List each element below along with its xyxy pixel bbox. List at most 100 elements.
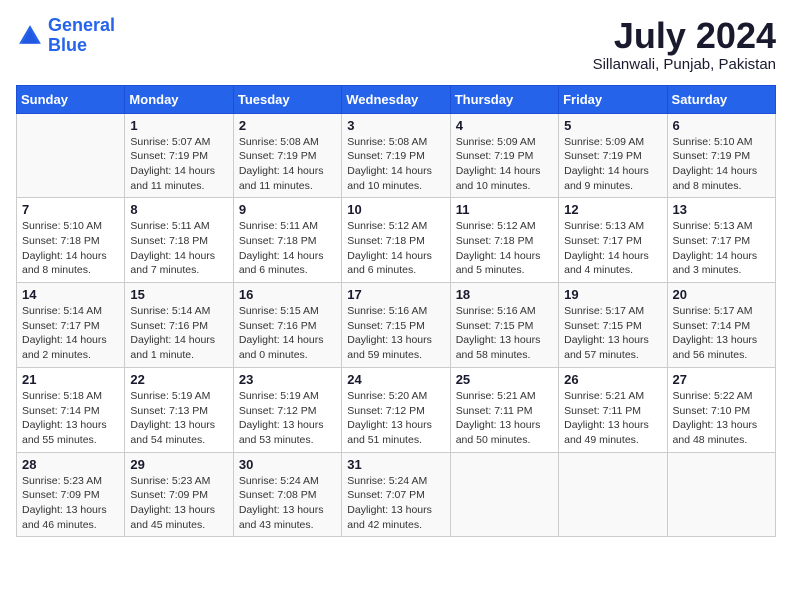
- day-info: Sunrise: 5:11 AMSunset: 7:18 PMDaylight:…: [130, 219, 227, 278]
- day-info: Sunrise: 5:24 AMSunset: 7:08 PMDaylight:…: [239, 474, 336, 533]
- day-info: Sunrise: 5:17 AMSunset: 7:14 PMDaylight:…: [673, 304, 770, 363]
- day-of-week-header: Thursday: [450, 85, 558, 113]
- day-number: 2: [239, 118, 336, 133]
- day-info: Sunrise: 5:16 AMSunset: 7:15 PMDaylight:…: [347, 304, 444, 363]
- calendar-week-row: 14 Sunrise: 5:14 AMSunset: 7:17 PMDayligh…: [17, 283, 776, 368]
- day-info: Sunrise: 5:18 AMSunset: 7:14 PMDaylight:…: [22, 389, 119, 448]
- calendar-day-cell: [17, 113, 125, 198]
- calendar-day-cell: 26Sunrise: 5:21 AMSunset: 7:11 PMDayligh…: [559, 367, 667, 452]
- calendar-day-cell: 29 Sunrise: 5:23 AMSunset: 7:09 PMDayligh…: [125, 452, 233, 537]
- logo-text: General Blue: [48, 16, 115, 56]
- day-info: Sunrise: 5:09 AMSunset: 7:19 PMDaylight:…: [564, 135, 661, 194]
- calendar-day-cell: 18 Sunrise: 5:16 AMSunset: 7:15 PMDayligh…: [450, 283, 558, 368]
- day-info: Sunrise: 5:21 AMSunset: 7:11 PMDaylight:…: [456, 389, 553, 448]
- title-block: July 2024 Sillanwali, Punjab, Pakistan: [593, 16, 776, 73]
- day-of-week-header: Sunday: [17, 85, 125, 113]
- calendar-day-cell: 1Sunrise: 5:07 AMSunset: 7:19 PMDaylight…: [125, 113, 233, 198]
- day-number: 22: [130, 372, 227, 387]
- day-number: 28: [22, 457, 119, 472]
- calendar-day-cell: 14 Sunrise: 5:14 AMSunset: 7:17 PMDayligh…: [17, 283, 125, 368]
- calendar-day-cell: 27 Sunrise: 5:22 AMSunset: 7:10 PMDayligh…: [667, 367, 775, 452]
- calendar-day-cell: 21 Sunrise: 5:18 AMSunset: 7:14 PMDayligh…: [17, 367, 125, 452]
- day-number: 21: [22, 372, 119, 387]
- day-number: 6: [673, 118, 770, 133]
- page-header: General Blue July 2024 Sillanwali, Punja…: [16, 16, 776, 73]
- day-info: Sunrise: 5:13 AMSunset: 7:17 PMDaylight:…: [564, 219, 661, 278]
- logo-line2: Blue: [48, 35, 87, 55]
- day-number: 13: [673, 202, 770, 217]
- calendar-day-cell: 13 Sunrise: 5:13 AMSunset: 7:17 PMDayligh…: [667, 198, 775, 283]
- day-info: Sunrise: 5:12 AMSunset: 7:18 PMDaylight:…: [456, 219, 553, 278]
- day-info: Sunrise: 5:09 AMSunset: 7:19 PMDaylight:…: [456, 135, 553, 194]
- day-number: 14: [22, 287, 119, 302]
- calendar-day-cell: 8Sunrise: 5:11 AMSunset: 7:18 PMDaylight…: [125, 198, 233, 283]
- calendar-day-cell: 6 Sunrise: 5:10 AMSunset: 7:19 PMDaylight…: [667, 113, 775, 198]
- day-of-week-header: Saturday: [667, 85, 775, 113]
- calendar-day-cell: 7Sunrise: 5:10 AMSunset: 7:18 PMDaylight…: [17, 198, 125, 283]
- location: Sillanwali, Punjab, Pakistan: [593, 56, 776, 73]
- calendar-day-cell: 2 Sunrise: 5:08 AMSunset: 7:19 PMDaylight…: [233, 113, 341, 198]
- logo-line1: General: [48, 15, 115, 35]
- day-number: 18: [456, 287, 553, 302]
- day-info: Sunrise: 5:15 AMSunset: 7:16 PMDaylight:…: [239, 304, 336, 363]
- day-info: Sunrise: 5:19 AMSunset: 7:13 PMDaylight:…: [130, 389, 227, 448]
- calendar-day-cell: [450, 452, 558, 537]
- day-number: 10: [347, 202, 444, 217]
- day-info: Sunrise: 5:16 AMSunset: 7:15 PMDaylight:…: [456, 304, 553, 363]
- calendar-day-cell: 10 Sunrise: 5:12 AMSunset: 7:18 PMDayligh…: [342, 198, 450, 283]
- day-info: Sunrise: 5:08 AMSunset: 7:19 PMDaylight:…: [239, 135, 336, 194]
- day-number: 25: [456, 372, 553, 387]
- day-info: Sunrise: 5:11 AMSunset: 7:18 PMDaylight:…: [239, 219, 336, 278]
- day-number: 29: [130, 457, 227, 472]
- day-info: Sunrise: 5:08 AMSunset: 7:19 PMDaylight:…: [347, 135, 444, 194]
- calendar-week-row: 21 Sunrise: 5:18 AMSunset: 7:14 PMDayligh…: [17, 367, 776, 452]
- day-number: 30: [239, 457, 336, 472]
- day-info: Sunrise: 5:12 AMSunset: 7:18 PMDaylight:…: [347, 219, 444, 278]
- calendar-day-cell: 28Sunrise: 5:23 AMSunset: 7:09 PMDayligh…: [17, 452, 125, 537]
- calendar-day-cell: [559, 452, 667, 537]
- calendar-week-row: 7Sunrise: 5:10 AMSunset: 7:18 PMDaylight…: [17, 198, 776, 283]
- calendar-day-cell: 11 Sunrise: 5:12 AMSunset: 7:18 PMDayligh…: [450, 198, 558, 283]
- day-info: Sunrise: 5:17 AMSunset: 7:15 PMDaylight:…: [564, 304, 661, 363]
- day-number: 11: [456, 202, 553, 217]
- day-info: Sunrise: 5:19 AMSunset: 7:12 PMDaylight:…: [239, 389, 336, 448]
- day-number: 19: [564, 287, 661, 302]
- day-of-week-header: Wednesday: [342, 85, 450, 113]
- calendar-table: SundayMondayTuesdayWednesdayThursdayFrid…: [16, 85, 776, 538]
- calendar-week-row: 1Sunrise: 5:07 AMSunset: 7:19 PMDaylight…: [17, 113, 776, 198]
- day-info: Sunrise: 5:22 AMSunset: 7:10 PMDaylight:…: [673, 389, 770, 448]
- day-of-week-header: Friday: [559, 85, 667, 113]
- day-info: Sunrise: 5:10 AMSunset: 7:18 PMDaylight:…: [22, 219, 119, 278]
- day-info: Sunrise: 5:13 AMSunset: 7:17 PMDaylight:…: [673, 219, 770, 278]
- day-info: Sunrise: 5:24 AMSunset: 7:07 PMDaylight:…: [347, 474, 444, 533]
- day-number: 31: [347, 457, 444, 472]
- day-number: 23: [239, 372, 336, 387]
- day-info: Sunrise: 5:07 AMSunset: 7:19 PMDaylight:…: [130, 135, 227, 194]
- calendar-body: 1Sunrise: 5:07 AMSunset: 7:19 PMDaylight…: [17, 113, 776, 537]
- calendar-day-cell: 30 Sunrise: 5:24 AMSunset: 7:08 PMDayligh…: [233, 452, 341, 537]
- calendar-day-cell: 24Sunrise: 5:20 AMSunset: 7:12 PMDayligh…: [342, 367, 450, 452]
- calendar-header-row: SundayMondayTuesdayWednesdayThursdayFrid…: [17, 85, 776, 113]
- calendar-day-cell: 19 Sunrise: 5:17 AMSunset: 7:15 PMDayligh…: [559, 283, 667, 368]
- day-number: 15: [130, 287, 227, 302]
- day-number: 27: [673, 372, 770, 387]
- calendar-day-cell: 23 Sunrise: 5:19 AMSunset: 7:12 PMDayligh…: [233, 367, 341, 452]
- day-number: 26: [564, 372, 661, 387]
- logo-icon: [16, 22, 44, 50]
- day-info: Sunrise: 5:14 AMSunset: 7:16 PMDaylight:…: [130, 304, 227, 363]
- calendar-day-cell: 16Sunrise: 5:15 AMSunset: 7:16 PMDayligh…: [233, 283, 341, 368]
- day-info: Sunrise: 5:14 AMSunset: 7:17 PMDaylight:…: [22, 304, 119, 363]
- month-title: July 2024: [593, 16, 776, 56]
- calendar-day-cell: 12Sunrise: 5:13 AMSunset: 7:17 PMDayligh…: [559, 198, 667, 283]
- day-of-week-header: Tuesday: [233, 85, 341, 113]
- calendar-day-cell: 4Sunrise: 5:09 AMSunset: 7:19 PMDaylight…: [450, 113, 558, 198]
- day-of-week-header: Monday: [125, 85, 233, 113]
- calendar-day-cell: 17Sunrise: 5:16 AMSunset: 7:15 PMDayligh…: [342, 283, 450, 368]
- day-info: Sunrise: 5:10 AMSunset: 7:19 PMDaylight:…: [673, 135, 770, 194]
- day-number: 5: [564, 118, 661, 133]
- day-number: 9: [239, 202, 336, 217]
- day-info: Sunrise: 5:23 AMSunset: 7:09 PMDaylight:…: [130, 474, 227, 533]
- calendar-day-cell: 22 Sunrise: 5:19 AMSunset: 7:13 PMDayligh…: [125, 367, 233, 452]
- calendar-week-row: 28 Sunrise: 5:23 AMSunset: 7:09 PMDayligh…: [17, 452, 776, 537]
- calendar-day-cell: 15 Sunrise: 5:14 AMSunset: 7:16 PMDayligh…: [125, 283, 233, 368]
